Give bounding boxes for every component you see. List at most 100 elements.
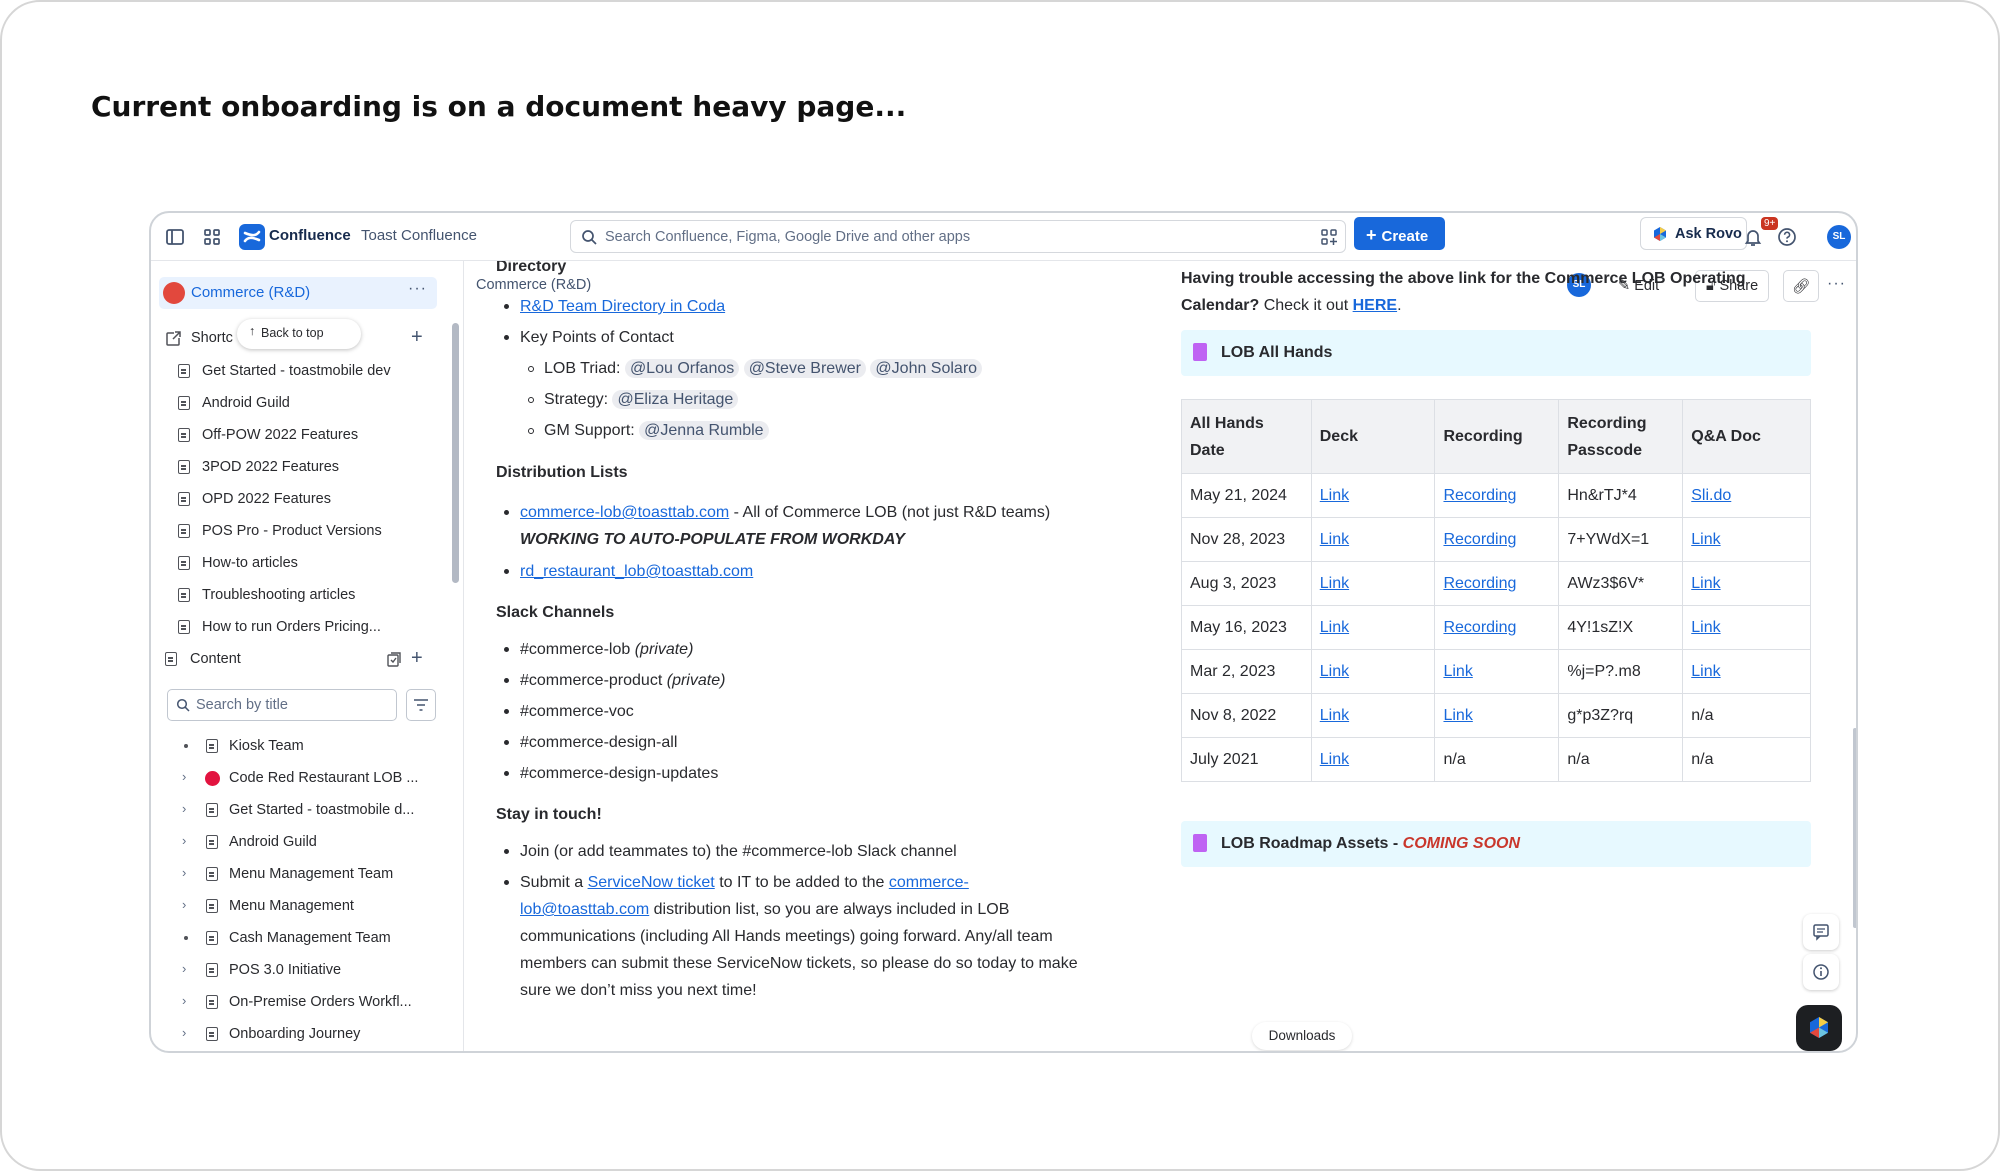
slack-channel: #commerce-voc [520, 703, 634, 720]
shortcut-item[interactable]: Off-POW 2022 Features [151, 420, 441, 450]
shortcut-item[interactable]: Troubleshooting articles [151, 580, 441, 610]
tree-item[interactable]: › Menu Management Team [151, 859, 441, 889]
chevron-right-icon[interactable]: › [182, 801, 186, 816]
tree-item[interactable]: › Menu Management [151, 891, 441, 921]
tree-item[interactable]: › Onboarding Journey [151, 1019, 441, 1049]
tree-item[interactable]: › POS 3.0 Initiative [151, 955, 441, 985]
notifications-bell-icon[interactable] [1742, 226, 1764, 248]
list-item: #commerce-design-updates [504, 760, 1120, 787]
tree-item[interactable]: › On-Premise Orders Workfl... [151, 987, 441, 1017]
chevron-right-icon[interactable]: › [182, 897, 186, 912]
recording-link[interactable]: Recording [1443, 531, 1516, 548]
qa-doc-link[interactable]: Link [1691, 531, 1720, 548]
channel-note: (private) [634, 641, 694, 658]
deck-link[interactable]: Link [1320, 575, 1349, 592]
create-from-template-icon[interactable] [387, 652, 402, 667]
tree-item[interactable]: Cash Management Team [151, 923, 441, 953]
rovo-chat-button[interactable] [1796, 1005, 1842, 1051]
sidebar-scrollbar[interactable] [452, 323, 459, 583]
recording-link[interactable]: Link [1443, 663, 1472, 680]
chevron-right-icon[interactable]: › [182, 865, 186, 880]
tree-item[interactable]: Kiosk Team [151, 731, 441, 761]
recording-link[interactable]: Recording [1443, 619, 1516, 636]
comments-button[interactable] [1803, 914, 1839, 950]
shortcut-item[interactable]: Android Guild [151, 388, 441, 418]
deck-link[interactable]: Link [1320, 663, 1349, 680]
tree-item[interactable]: › Code Red Restaurant LOB ... [151, 763, 441, 793]
user-mention[interactable]: @Jenna Rumble [639, 421, 769, 440]
tree-item[interactable]: › Android Guild [151, 827, 441, 857]
deck-link[interactable]: Link [1320, 751, 1349, 768]
deck-link[interactable]: Link [1320, 707, 1349, 724]
qa-doc-link[interactable]: Link [1691, 663, 1720, 680]
shortcut-item[interactable]: POS Pro - Product Versions [151, 516, 441, 546]
shortcut-item[interactable]: Get Started - toastmobile dev [151, 356, 441, 386]
create-button[interactable]: + Create [1354, 217, 1445, 250]
here-link[interactable]: HERE [1353, 297, 1397, 314]
recording-link[interactable]: Recording [1443, 487, 1516, 504]
chevron-right-icon[interactable]: › [182, 769, 186, 784]
help-icon[interactable] [1776, 226, 1798, 248]
shortcut-item[interactable]: How-to articles [151, 548, 441, 578]
qa-doc-link[interactable]: Sli.do [1691, 487, 1731, 504]
page-icon [206, 835, 218, 849]
qa-doc-link[interactable]: Link [1691, 575, 1720, 592]
qa-doc-cell: n/a [1682, 693, 1811, 738]
recording-link[interactable]: Link [1443, 707, 1472, 724]
deck-link[interactable]: Link [1320, 531, 1349, 548]
email-link[interactable]: commerce- [889, 874, 969, 891]
app-switcher-icon[interactable] [201, 226, 223, 248]
user-mention[interactable]: @Steve Brewer [743, 359, 866, 378]
apps-filter-icon[interactable] [1321, 229, 1337, 245]
chevron-right-icon[interactable]: › [182, 961, 186, 976]
product-name[interactable]: Confluence [269, 227, 351, 244]
user-mention[interactable]: @John Solaro [870, 359, 983, 378]
add-content-icon[interactable]: + [411, 647, 423, 670]
page-icon [178, 428, 190, 442]
search-icon [582, 230, 597, 245]
email-link[interactable]: lob@toasttab.com [520, 901, 649, 918]
shortcut-item[interactable]: How to run Orders Pricing... [151, 612, 441, 642]
qa-doc-link[interactable]: Link [1691, 619, 1720, 636]
filter-button[interactable] [406, 689, 436, 721]
deck-link[interactable]: Link [1320, 487, 1349, 504]
table-header-row: All Hands Date Deck Recording Recording … [1181, 399, 1811, 474]
details-button[interactable] [1803, 954, 1839, 990]
confluence-logo-icon[interactable] [239, 224, 265, 250]
servicenow-link[interactable]: ServiceNow ticket [588, 874, 715, 891]
table-row: July 2021 Link n/a n/a n/a [1181, 737, 1811, 782]
search-input[interactable]: Search Confluence, Figma, Google Drive a… [570, 220, 1346, 253]
lob-all-hands-panel: LOB All Hands [1181, 330, 1811, 376]
chevron-right-icon[interactable]: › [182, 993, 186, 1008]
chevron-right-icon[interactable]: › [182, 1025, 186, 1040]
deck-link[interactable]: Link [1320, 619, 1349, 636]
sidebar-toggle-icon[interactable] [164, 226, 186, 248]
add-shortcut-icon[interactable]: + [411, 326, 423, 349]
shortcut-item[interactable]: 3POD 2022 Features [151, 452, 441, 482]
page-scrollbar[interactable] [1853, 728, 1856, 928]
content-section[interactable]: Content + [151, 644, 441, 674]
space-more-icon[interactable]: ··· [408, 280, 427, 298]
passcode-cell: Hn&rTJ*4 [1558, 473, 1684, 518]
email-link[interactable]: commerce-lob@toasttab.com [520, 504, 729, 521]
back-to-top-button[interactable]: ↑ Back to top [237, 319, 361, 349]
ask-rovo-button[interactable]: Ask Rovo [1640, 217, 1747, 250]
roadmap-panel: LOB Roadmap Assets - COMING SOON [1181, 821, 1811, 867]
team-directory-link[interactable]: R&D Team Directory in Coda [520, 298, 725, 315]
recording-link[interactable]: Recording [1443, 575, 1516, 592]
sidebar-search-input[interactable]: Search by title [167, 689, 397, 721]
email-link[interactable]: rd_restaurant_lob@toasttab.com [520, 563, 753, 580]
space-header[interactable]: Commerce (R&D) ··· [159, 277, 437, 309]
shortcut-label: Troubleshooting articles [202, 587, 356, 603]
downloads-pill[interactable]: Downloads [1252, 1022, 1352, 1050]
shortcut-item[interactable]: OPD 2022 Features [151, 484, 441, 514]
more-actions-icon[interactable]: ··· [1827, 275, 1846, 293]
channel-note: (private) [666, 672, 726, 689]
user-mention[interactable]: @Lou Orfanos [624, 359, 740, 378]
profile-avatar[interactable]: SL [1827, 225, 1851, 249]
user-mention[interactable]: @Eliza Heritage [612, 390, 739, 409]
date-cell: May 16, 2023 [1181, 605, 1312, 650]
tree-item[interactable]: › Get Started - toastmobile d... [151, 795, 441, 825]
site-name[interactable]: Toast Confluence [361, 227, 477, 244]
chevron-right-icon[interactable]: › [182, 833, 186, 848]
